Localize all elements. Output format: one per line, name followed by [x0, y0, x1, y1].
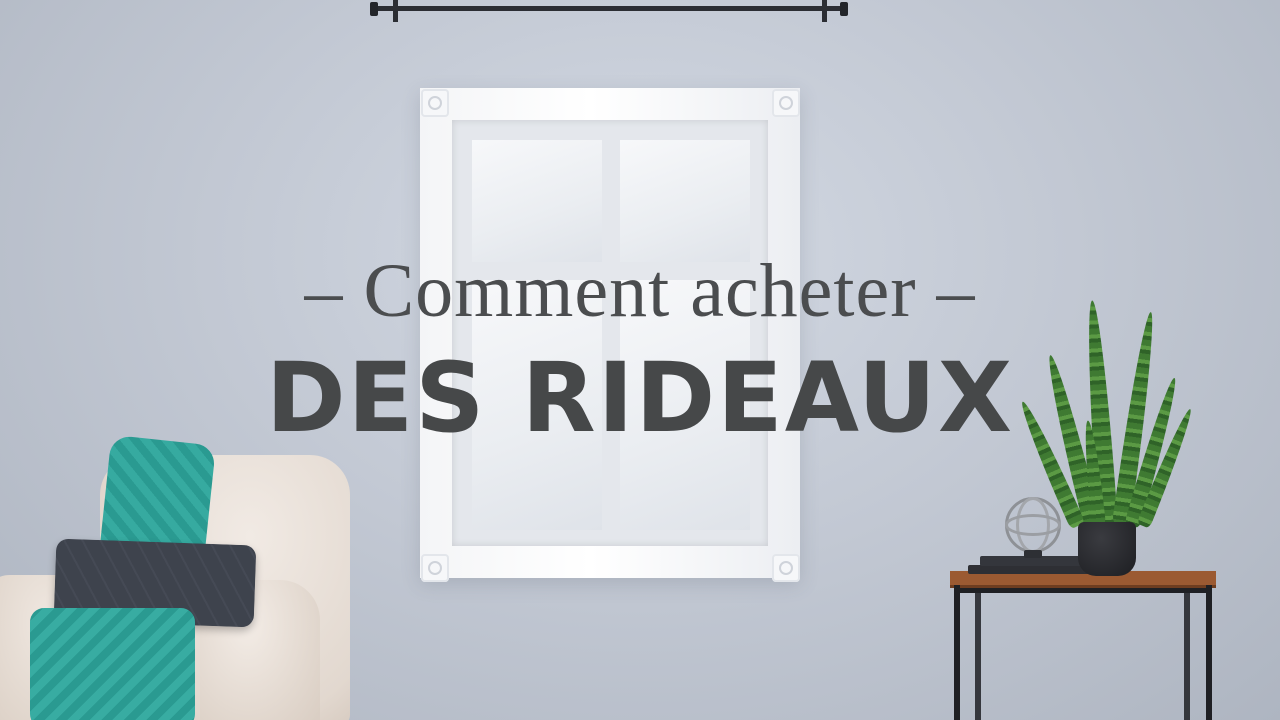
- throw-blanket: [30, 608, 195, 720]
- room-scene: – Comment acheter – DES RIDEAUX: [0, 0, 1280, 720]
- decor-sphere-base: [1024, 550, 1042, 558]
- window-pane: [620, 140, 750, 262]
- side-table-frame: [956, 588, 1210, 593]
- window-pane: [472, 140, 602, 262]
- plant-pot: [1078, 522, 1136, 576]
- window-rosette: [421, 554, 449, 582]
- book: [968, 565, 1090, 574]
- side-table-leg: [1206, 585, 1212, 720]
- side-table-leg: [975, 590, 981, 720]
- title-line-2: DES RIDEAUX: [265, 342, 1015, 454]
- side-table-leg: [954, 585, 960, 720]
- side-table-leg: [1184, 590, 1190, 720]
- window-rosette: [421, 89, 449, 117]
- window-rosette: [772, 554, 800, 582]
- window-rosette: [772, 89, 800, 117]
- decor-sphere: [1005, 497, 1061, 553]
- title-line-1: – Comment acheter –: [304, 249, 976, 333]
